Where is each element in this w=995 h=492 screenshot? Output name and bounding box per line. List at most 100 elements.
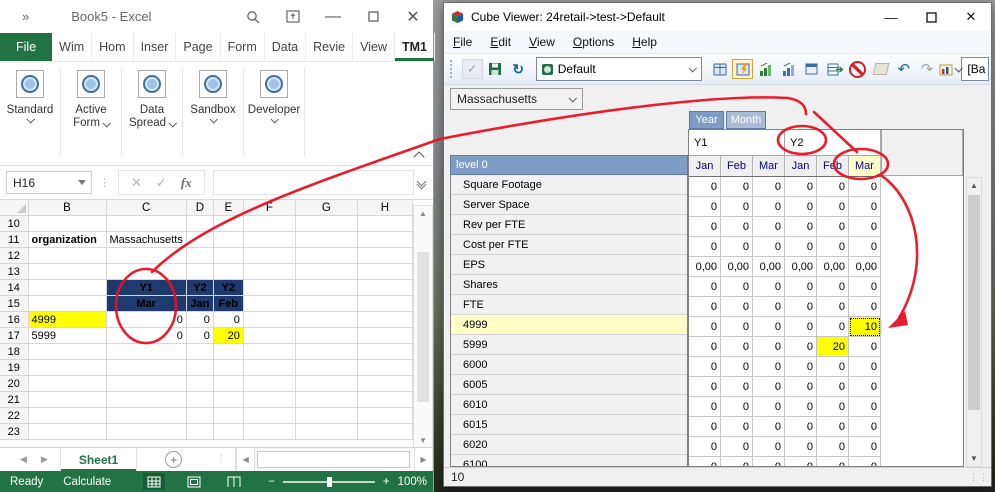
data-cell[interactable]: 20: [817, 337, 849, 357]
row-dimension-header[interactable]: level 0: [450, 155, 688, 175]
cell-G20[interactable]: [295, 376, 357, 392]
cell-D10[interactable]: [186, 216, 213, 232]
cell-D23[interactable]: [186, 424, 213, 440]
row-label-4999[interactable]: 4999: [451, 315, 687, 335]
data-cell[interactable]: 0: [753, 437, 785, 457]
cell-C17[interactable]: 0: [106, 328, 186, 344]
cell-F16[interactable]: [243, 312, 295, 328]
data-cell[interactable]: 0: [721, 237, 753, 257]
month-header-2-mar[interactable]: Mar: [753, 156, 785, 176]
data-cell[interactable]: 0: [689, 217, 721, 237]
data-cell[interactable]: 0: [785, 437, 817, 457]
data-cell[interactable]: 0: [817, 377, 849, 397]
cell-H15[interactable]: [357, 296, 412, 312]
cell-F13[interactable]: [243, 264, 295, 280]
scroll-right-icon[interactable]: ▶: [414, 448, 433, 471]
ribbon-tab-revie[interactable]: Revie: [306, 33, 353, 61]
cell-D16[interactable]: 0: [186, 312, 213, 328]
cell-C16[interactable]: 0: [106, 312, 186, 328]
data-cell[interactable]: 0: [753, 397, 785, 417]
ribbon-tab-tm1[interactable]: TM1: [395, 33, 435, 61]
ribbon-group-data[interactable]: DataSpread: [122, 68, 183, 156]
data-cell[interactable]: 0: [753, 377, 785, 397]
data-cell[interactable]: 0: [689, 437, 721, 457]
quick-access-overflow-icon[interactable]: »: [22, 9, 29, 24]
column-header-H[interactable]: H: [357, 200, 412, 216]
cell-F18[interactable]: [243, 344, 295, 360]
row-label-6010[interactable]: 6010: [451, 395, 687, 415]
cell-C10[interactable]: [106, 216, 186, 232]
column-header-D[interactable]: D: [186, 200, 213, 216]
data-cell[interactable]: 0: [721, 197, 753, 217]
cell-E20[interactable]: [213, 376, 243, 392]
data-cell[interactable]: 10: [849, 317, 881, 337]
cell-G18[interactable]: [295, 344, 357, 360]
cell-F22[interactable]: [243, 408, 295, 424]
menu-options[interactable]: Options: [564, 35, 623, 49]
cell-D21[interactable]: [186, 392, 213, 408]
cell-E15[interactable]: Feb: [213, 296, 243, 312]
data-cell[interactable]: 0: [817, 277, 849, 297]
cell-H19[interactable]: [357, 360, 412, 376]
ribbon-tab-file[interactable]: File: [0, 33, 52, 61]
zoom-in-icon[interactable]: +: [383, 476, 390, 488]
zoom-level[interactable]: 100%: [398, 476, 427, 488]
data-cell[interactable]: 0,00: [721, 257, 753, 277]
data-cell[interactable]: 0: [689, 417, 721, 437]
month-header-0-jan[interactable]: Jan: [689, 156, 721, 176]
data-cell[interactable]: 0: [849, 297, 881, 317]
data-cell[interactable]: 0: [689, 457, 721, 467]
year-group-y2[interactable]: Y2: [785, 130, 881, 156]
cell-F20[interactable]: [243, 376, 295, 392]
automatic-recalculate-icon[interactable]: [732, 59, 753, 79]
zoom-out-icon[interactable]: −: [268, 476, 275, 488]
insert-function-icon[interactable]: fx: [181, 175, 192, 191]
row-label-fte[interactable]: FTE: [451, 295, 687, 315]
cell-D13[interactable]: [186, 264, 213, 280]
scroll-left-icon[interactable]: ◀: [236, 448, 255, 471]
cell-B18[interactable]: [28, 344, 106, 360]
data-cell[interactable]: 0: [689, 237, 721, 257]
cell-C23[interactable]: [106, 424, 186, 440]
ribbon-group-standard[interactable]: Standard: [0, 68, 61, 156]
cell-B15[interactable]: [28, 296, 106, 312]
chevron-down-icon[interactable]: [568, 94, 576, 102]
ribbon-group-sandbox[interactable]: Sandbox: [183, 68, 244, 156]
data-cell[interactable]: 0: [849, 357, 881, 377]
cell-B22[interactable]: [28, 408, 106, 424]
data-cell[interactable]: 0: [721, 437, 753, 457]
cell-C11[interactable]: Massachusetts: [106, 232, 186, 248]
menu-view[interactable]: View: [520, 35, 564, 49]
data-cell[interactable]: 0: [817, 357, 849, 377]
chevron-down-icon[interactable]: [169, 119, 177, 127]
save-view-icon[interactable]: [485, 59, 506, 79]
cell-D14[interactable]: Y2: [186, 280, 213, 296]
data-cell[interactable]: 0,00: [817, 257, 849, 277]
cell-G17[interactable]: [295, 328, 357, 344]
redo-icon[interactable]: ↷: [916, 59, 937, 79]
data-cell[interactable]: 0: [721, 317, 753, 337]
data-cell[interactable]: 0: [817, 237, 849, 257]
data-cell[interactable]: 0: [753, 197, 785, 217]
ribbon-tab-form[interactable]: Form: [221, 33, 265, 61]
scroll-up-icon[interactable]: ▲: [419, 206, 427, 221]
cell-B20[interactable]: [28, 376, 106, 392]
cancel-entry-icon[interactable]: ✕: [131, 175, 142, 191]
data-cell[interactable]: 0: [753, 417, 785, 437]
status-calculate[interactable]: Calculate: [53, 476, 121, 488]
row-label-6005[interactable]: 6005: [451, 375, 687, 395]
suppress-zeroes-icon[interactable]: [847, 59, 868, 79]
cube-grid-icon[interactable]: [709, 59, 730, 79]
data-cell[interactable]: 0: [817, 457, 849, 467]
cell-B16[interactable]: 4999: [28, 312, 106, 328]
data-cell[interactable]: 0: [689, 337, 721, 357]
scroll-up-icon[interactable]: ▲: [967, 178, 981, 193]
cube-close-button[interactable]: ✕: [951, 4, 991, 30]
chevron-down-icon[interactable]: [102, 119, 110, 127]
ribbon-group-developer[interactable]: Developer: [244, 68, 305, 156]
cell-G15[interactable]: [295, 296, 357, 312]
row-header-23[interactable]: 23: [0, 424, 28, 440]
cell-B23[interactable]: [28, 424, 106, 440]
month-header-4-feb[interactable]: Feb: [817, 156, 849, 176]
cell-E21[interactable]: [213, 392, 243, 408]
